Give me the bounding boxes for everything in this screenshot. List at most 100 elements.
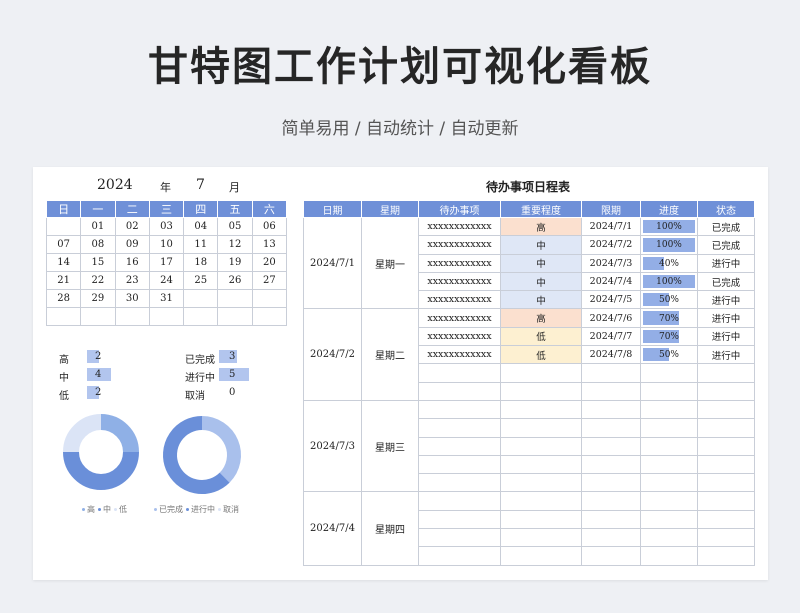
priority-cell[interactable] — [500, 363, 582, 383]
deadline-cell[interactable]: 2024/7/6 — [581, 308, 641, 328]
calendar-day[interactable] — [183, 307, 219, 326]
status-cell[interactable] — [697, 363, 755, 383]
calendar-day[interactable] — [183, 289, 219, 308]
calendar-day[interactable]: 22 — [80, 271, 116, 290]
priority-cell[interactable] — [500, 509, 582, 530]
deadline-cell[interactable]: 2024/7/2 — [581, 235, 641, 255]
status-cell[interactable]: 已完成 — [697, 271, 755, 292]
calendar-day[interactable]: 23 — [114, 271, 150, 290]
priority-cell[interactable]: 高 — [500, 308, 582, 328]
calendar-day[interactable]: 01 — [80, 217, 116, 236]
calendar-year[interactable]: 2024 — [97, 177, 133, 193]
deadline-cell[interactable] — [581, 399, 641, 420]
calendar-day[interactable]: 25 — [183, 271, 219, 290]
task-cell[interactable] — [418, 528, 501, 548]
deadline-cell[interactable] — [581, 473, 641, 493]
deadline-cell[interactable]: 2024/7/1 — [581, 216, 641, 237]
status-cell[interactable] — [697, 509, 755, 530]
status-cell[interactable]: 已完成 — [697, 235, 755, 255]
status-cell[interactable]: 已完成 — [697, 216, 755, 237]
status-cell[interactable] — [697, 491, 755, 511]
priority-cell[interactable]: 低 — [500, 345, 582, 365]
calendar-day[interactable]: 06 — [251, 217, 288, 236]
priority-cell[interactable] — [500, 381, 582, 401]
status-cell[interactable] — [697, 399, 755, 420]
status-cell[interactable]: 进行中 — [697, 253, 755, 273]
calendar-day[interactable]: 27 — [251, 271, 288, 290]
priority-cell[interactable] — [500, 473, 582, 493]
priority-cell[interactable] — [500, 418, 582, 438]
calendar-day[interactable]: 19 — [217, 253, 253, 272]
priority-cell[interactable]: 中 — [500, 253, 582, 273]
status-cell[interactable] — [697, 528, 755, 548]
task-cell[interactable] — [418, 509, 501, 530]
calendar-day[interactable] — [251, 289, 288, 308]
priority-cell[interactable] — [500, 546, 582, 566]
calendar-day[interactable]: 30 — [114, 289, 150, 308]
calendar-day[interactable]: 04 — [183, 217, 219, 236]
deadline-cell[interactable]: 2024/7/3 — [581, 253, 641, 273]
calendar-day[interactable]: 14 — [45, 253, 82, 272]
calendar-day[interactable]: 07 — [45, 235, 82, 254]
status-cell[interactable] — [697, 473, 755, 493]
calendar-day[interactable]: 08 — [80, 235, 116, 254]
task-cell[interactable]: xxxxxxxxxxxx — [418, 290, 501, 310]
priority-cell[interactable]: 中 — [500, 290, 582, 310]
calendar-day[interactable] — [114, 307, 150, 326]
task-cell[interactable]: xxxxxxxxxxxx — [418, 345, 501, 365]
deadline-cell[interactable] — [581, 528, 641, 548]
status-cell[interactable] — [697, 418, 755, 438]
deadline-cell[interactable]: 2024/7/4 — [581, 271, 641, 292]
calendar-day[interactable] — [45, 307, 82, 326]
calendar-day[interactable]: 21 — [45, 271, 82, 290]
deadline-cell[interactable] — [581, 546, 641, 566]
task-cell[interactable] — [418, 399, 501, 420]
calendar-day[interactable]: 11 — [183, 235, 219, 254]
calendar-day[interactable]: 16 — [114, 253, 150, 272]
calendar-day[interactable]: 10 — [148, 235, 185, 254]
task-cell[interactable] — [418, 454, 501, 475]
calendar-day[interactable]: 31 — [148, 289, 185, 308]
task-cell[interactable] — [418, 436, 501, 456]
calendar-day[interactable] — [217, 289, 253, 308]
deadline-cell[interactable] — [581, 363, 641, 383]
priority-cell[interactable]: 高 — [500, 216, 582, 237]
calendar-day[interactable]: 18 — [183, 253, 219, 272]
calendar-day[interactable]: 15 — [80, 253, 116, 272]
deadline-cell[interactable] — [581, 418, 641, 438]
status-cell[interactable]: 进行中 — [697, 290, 755, 310]
status-cell[interactable] — [697, 454, 755, 475]
task-cell[interactable] — [418, 473, 501, 493]
priority-cell[interactable] — [500, 399, 582, 420]
deadline-cell[interactable]: 2024/7/8 — [581, 345, 641, 365]
task-cell[interactable]: xxxxxxxxxxxx — [418, 253, 501, 273]
calendar-month[interactable]: 7 — [196, 177, 205, 193]
task-cell[interactable]: xxxxxxxxxxxx — [418, 326, 501, 347]
calendar-day[interactable]: 03 — [148, 217, 185, 236]
task-cell[interactable]: xxxxxxxxxxxx — [418, 308, 501, 328]
priority-cell[interactable]: 中 — [500, 271, 582, 292]
calendar-day[interactable]: 02 — [114, 217, 150, 236]
task-cell[interactable]: xxxxxxxxxxxx — [418, 271, 501, 292]
calendar-day[interactable] — [217, 307, 253, 326]
calendar-day[interactable]: 26 — [217, 271, 253, 290]
priority-cell[interactable] — [500, 528, 582, 548]
priority-cell[interactable] — [500, 491, 582, 511]
status-cell[interactable]: 进行中 — [697, 345, 755, 365]
status-cell[interactable]: 进行中 — [697, 308, 755, 328]
priority-cell[interactable] — [500, 436, 582, 456]
calendar-day[interactable] — [148, 307, 185, 326]
priority-cell[interactable]: 中 — [500, 235, 582, 255]
priority-cell[interactable]: 低 — [500, 326, 582, 347]
deadline-cell[interactable] — [581, 436, 641, 456]
task-cell[interactable]: xxxxxxxxxxxx — [418, 235, 501, 255]
calendar-day[interactable]: 28 — [45, 289, 82, 308]
task-cell[interactable] — [418, 363, 501, 383]
priority-cell[interactable] — [500, 454, 582, 475]
deadline-cell[interactable]: 2024/7/7 — [581, 326, 641, 347]
status-cell[interactable] — [697, 546, 755, 566]
deadline-cell[interactable] — [581, 454, 641, 475]
calendar-day[interactable]: 05 — [217, 217, 253, 236]
calendar-day[interactable]: 09 — [114, 235, 150, 254]
task-cell[interactable]: xxxxxxxxxxxx — [418, 216, 501, 237]
